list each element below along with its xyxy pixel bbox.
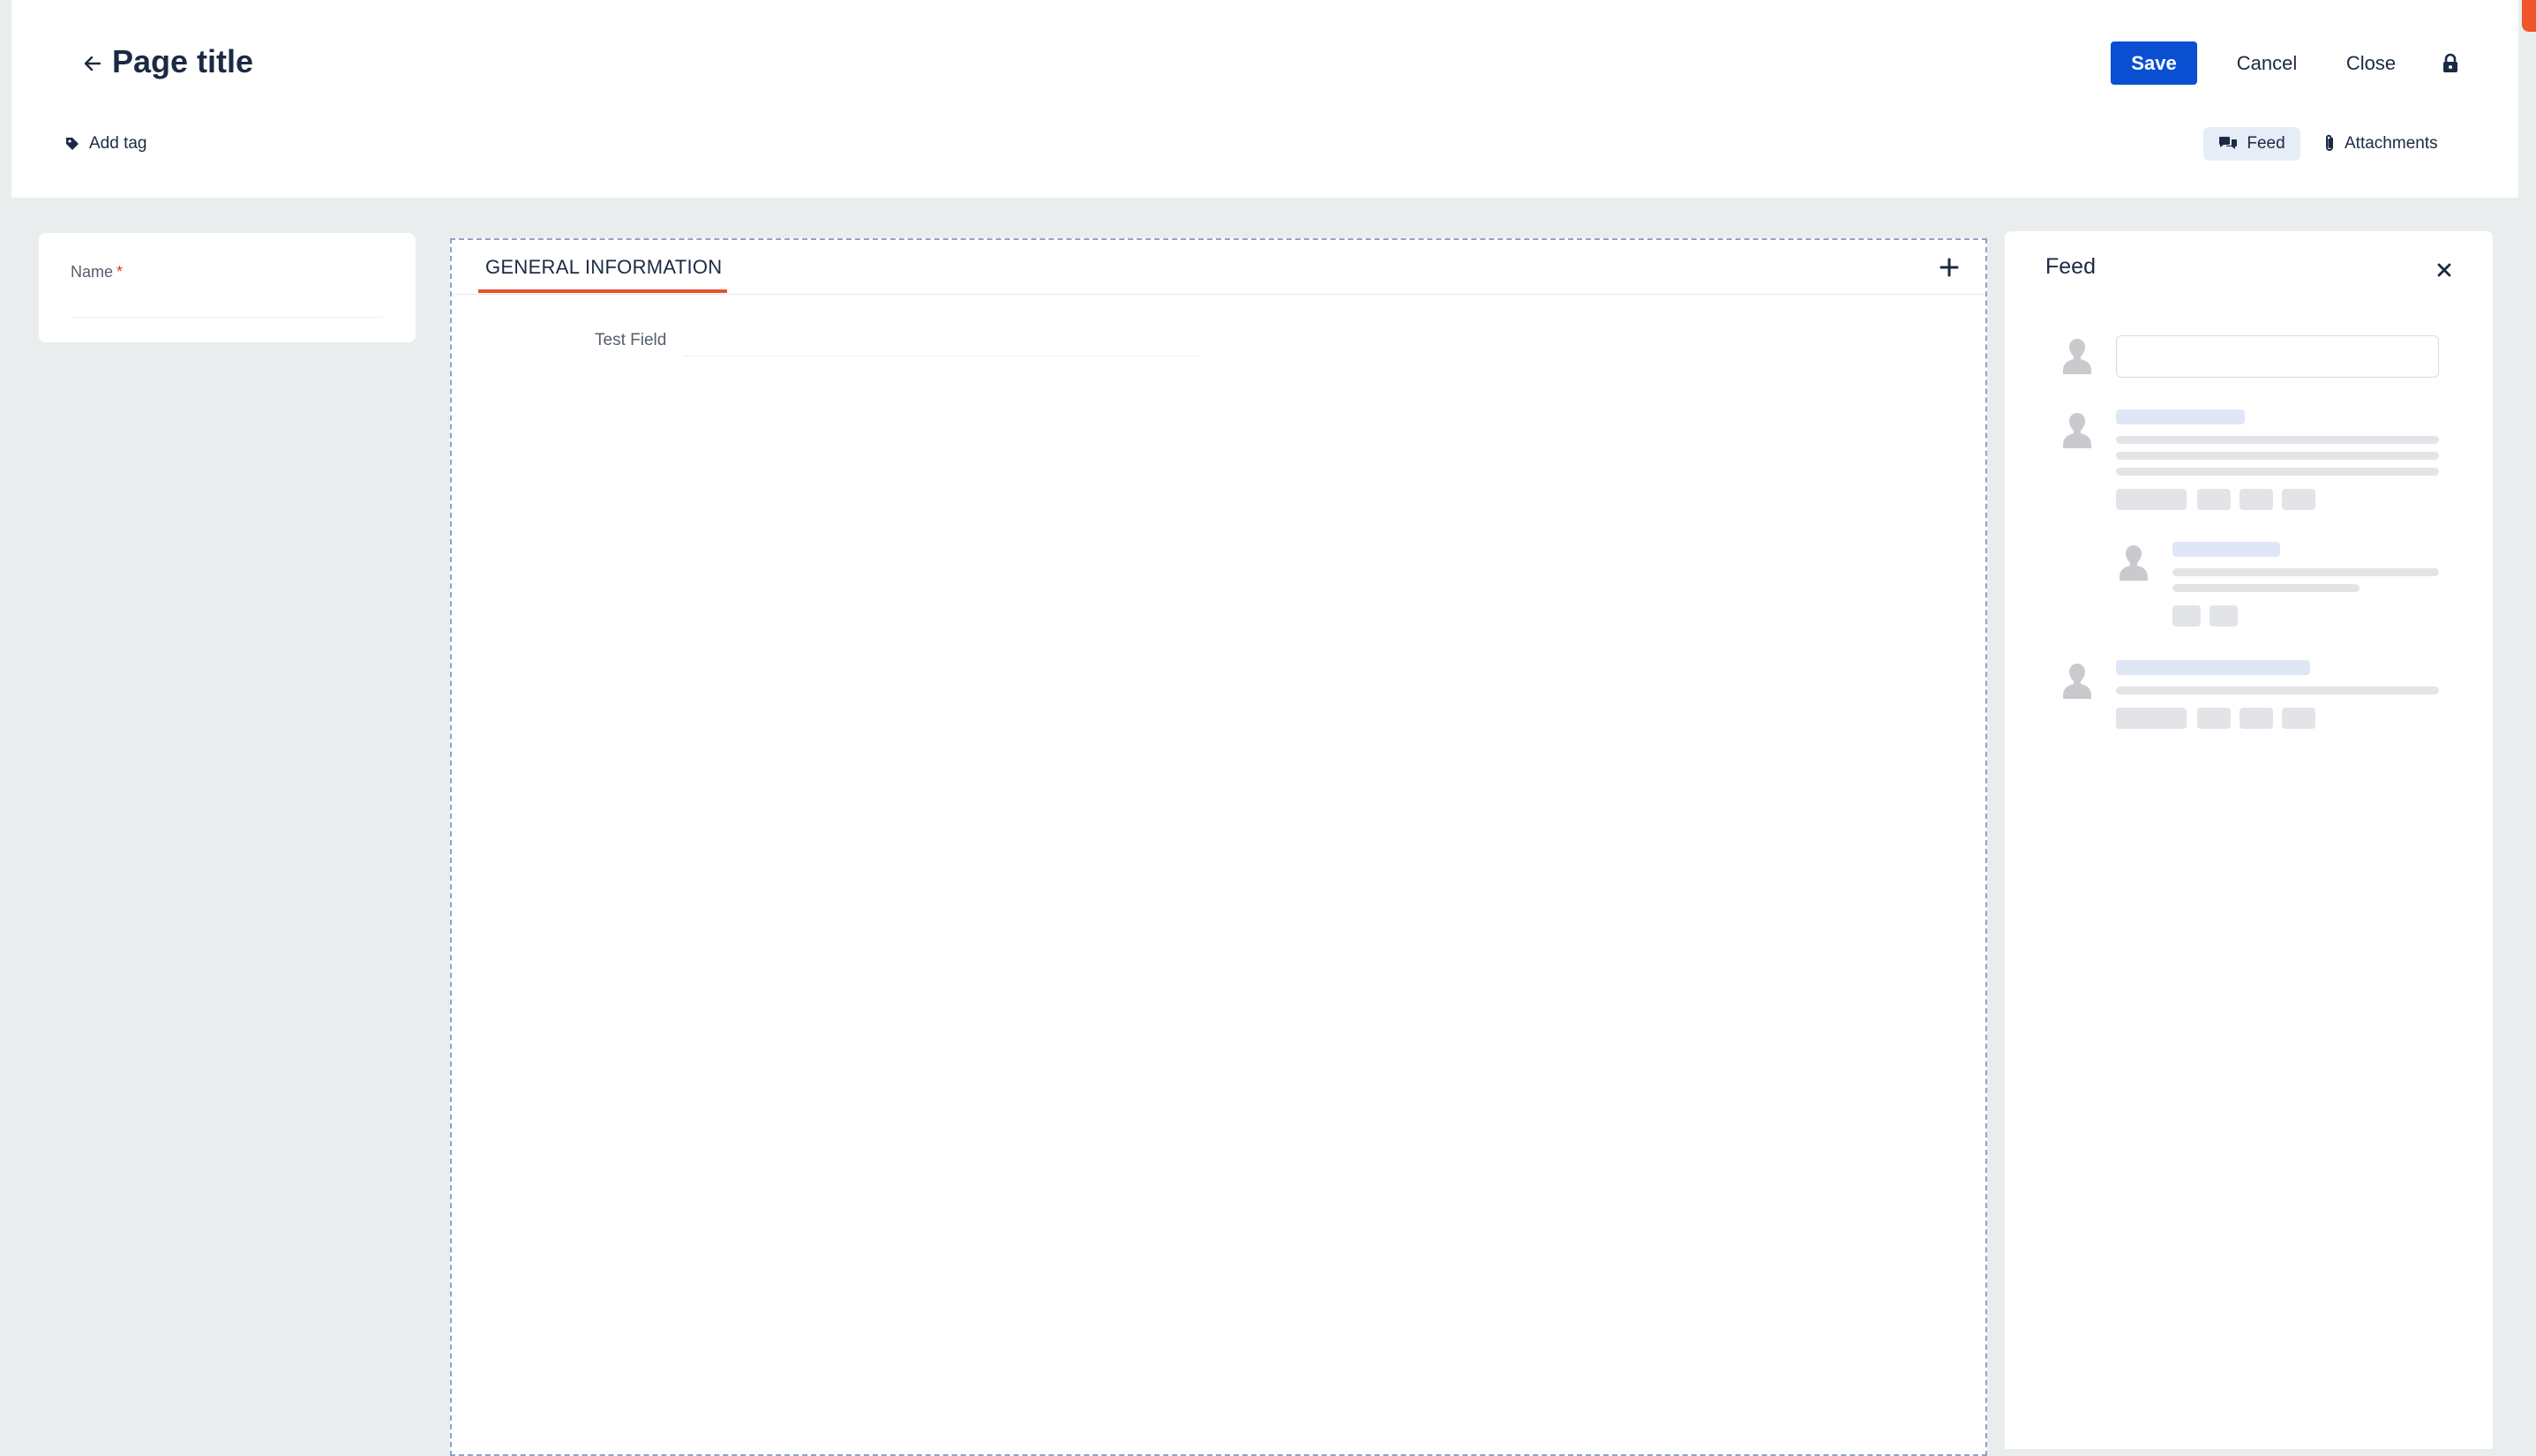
skeleton-chip — [2282, 708, 2315, 729]
lock-icon — [2443, 53, 2457, 72]
add-tab-button[interactable] — [1934, 252, 1964, 282]
skeleton-line — [2172, 584, 2360, 592]
page-header: Page title Save Cancel Close Add tag Fee… — [11, 0, 2518, 198]
skeleton-chip — [2116, 708, 2187, 729]
skeleton-line — [2116, 687, 2439, 694]
skeleton-line — [2116, 468, 2439, 476]
lock-button[interactable] — [2436, 49, 2465, 78]
plus-icon — [1940, 258, 1959, 277]
skeleton-author — [2172, 542, 2280, 557]
name-input[interactable] — [71, 291, 383, 318]
skeleton-chip — [2282, 489, 2315, 510]
attachments-toggle[interactable]: Attachments — [2323, 127, 2438, 161]
cancel-button[interactable]: Cancel — [2223, 41, 2311, 85]
back-button[interactable] — [75, 49, 110, 78]
skeleton-chip — [2197, 489, 2231, 510]
save-button[interactable]: Save — [2111, 41, 2197, 85]
skeleton-line — [2116, 452, 2439, 460]
skeleton-chip — [2210, 605, 2238, 627]
user-placeholder-icon — [2063, 413, 2091, 448]
skeleton-chip — [2197, 708, 2231, 729]
main-panel: GENERAL INFORMATION Test Field — [450, 238, 1987, 1456]
active-tab-indicator — [478, 289, 727, 293]
close-button[interactable]: Close — [2336, 41, 2406, 85]
page-title: Page title — [112, 43, 254, 79]
arrow-left-icon — [84, 56, 101, 71]
name-label-text: Name — [71, 263, 114, 281]
paperclip-icon — [2326, 134, 2333, 151]
skeleton-chip — [2116, 489, 2187, 510]
skeleton-chip — [2172, 605, 2201, 627]
feed-toggle[interactable]: Feed — [2203, 127, 2300, 161]
feed-close-button[interactable] — [2430, 256, 2458, 284]
feed-panel: Feed — [2005, 231, 2493, 1449]
name-field-label: Name * — [71, 263, 123, 281]
user-placeholder-icon — [2063, 339, 2091, 374]
user-placeholder-icon — [2063, 664, 2091, 699]
user-placeholder-icon — [2120, 545, 2148, 581]
feed-compose-input[interactable] — [2116, 335, 2439, 378]
notification-badge[interactable] — [2522, 0, 2536, 32]
close-icon — [2437, 263, 2451, 277]
skeleton-author — [2116, 660, 2310, 675]
skeleton-author — [2116, 409, 2245, 424]
skeleton-line — [2172, 568, 2439, 576]
tag-icon — [66, 138, 79, 150]
required-marker: * — [116, 263, 124, 281]
add-tag-button[interactable]: Add tag — [64, 131, 147, 157]
chat-bubbles-icon — [2219, 137, 2238, 149]
attachments-toggle-label: Attachments — [2345, 134, 2438, 153]
skeleton-line — [2116, 436, 2439, 444]
tab-bar: GENERAL INFORMATION — [452, 240, 1985, 295]
test-field-label: Test Field — [595, 331, 667, 349]
skeleton-chip — [2240, 489, 2273, 510]
feed-toggle-label: Feed — [2247, 134, 2285, 153]
summary-card: Name * — [39, 233, 416, 342]
test-field-input[interactable] — [683, 326, 1202, 356]
skeleton-chip — [2240, 708, 2273, 729]
feed-title: Feed — [2045, 254, 2096, 279]
add-tag-label: Add tag — [89, 134, 147, 153]
